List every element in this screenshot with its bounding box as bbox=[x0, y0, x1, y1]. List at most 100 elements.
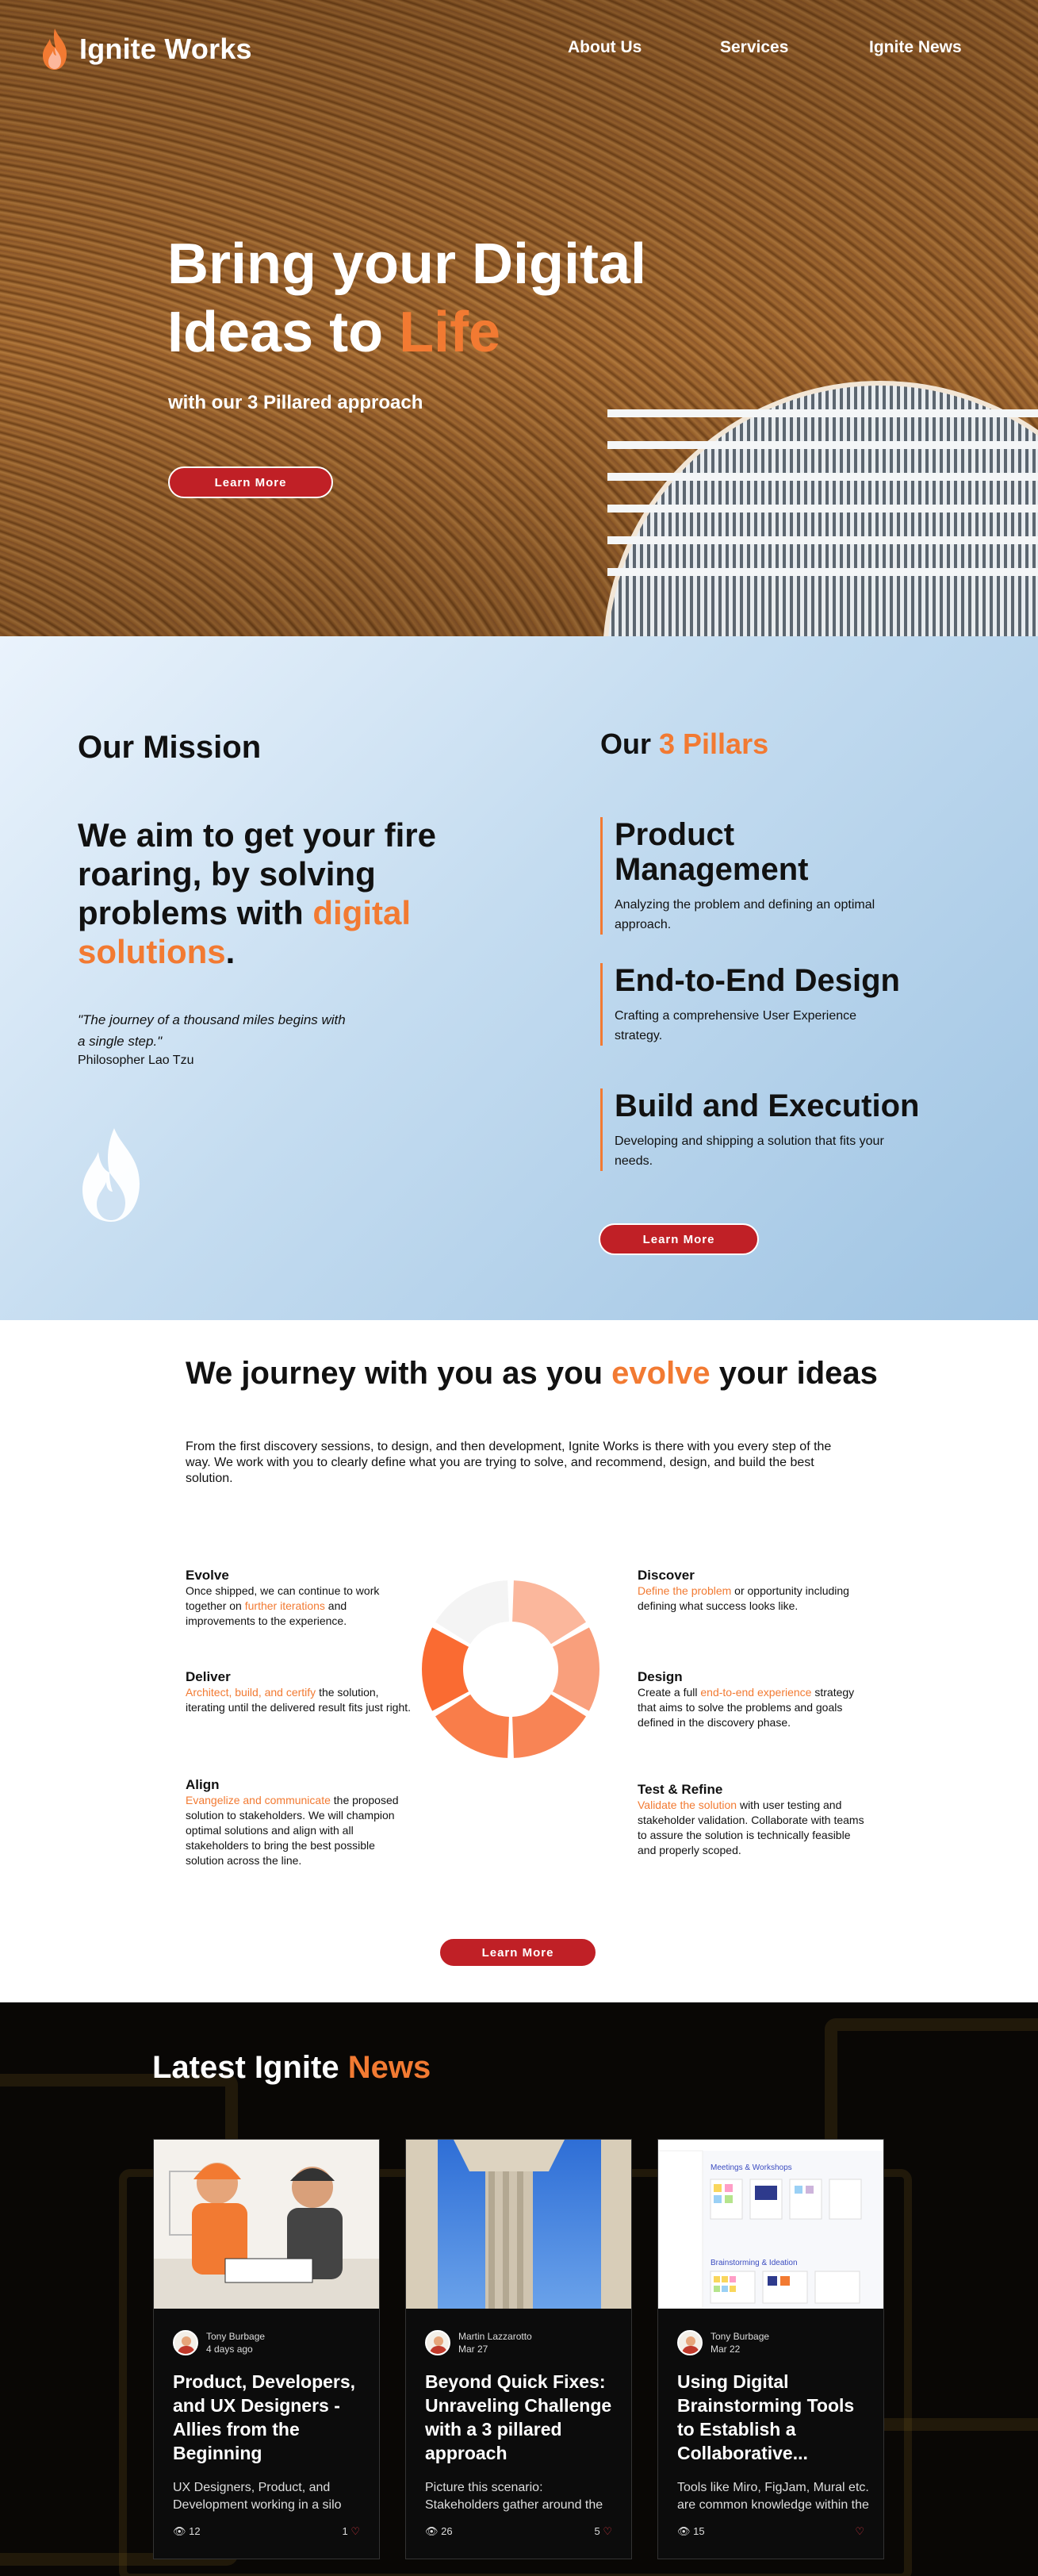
pillar-title: Product Management bbox=[615, 817, 809, 887]
stage-title: Align bbox=[186, 1777, 220, 1792]
nav-ignite-news[interactable]: Ignite News bbox=[869, 38, 962, 57]
eye-icon: 👁 bbox=[173, 2525, 186, 2537]
stage-evolve: Evolve Once shipped, we can continue to … bbox=[186, 1568, 416, 1629]
pillar-title: End-to-End Design bbox=[615, 963, 900, 998]
nav-about-us[interactable]: About Us bbox=[568, 38, 642, 57]
quote-author: Philosopher Lao Tzu bbox=[78, 1054, 194, 1067]
avatar bbox=[173, 2330, 198, 2355]
ring-segment-align bbox=[435, 1694, 509, 1758]
views-count: 👁 15 bbox=[677, 2525, 705, 2538]
news-card-title[interactable]: Product, Developers, and UX Designers - … bbox=[173, 2370, 367, 2465]
news-card-footer: 👁 26 5 ♡ bbox=[425, 2525, 612, 2538]
mission-statement: We aim to get your fire roaring, by solv… bbox=[78, 816, 442, 971]
logo[interactable]: Ignite Works bbox=[40, 27, 252, 71]
stage-text-pre: Create a full bbox=[638, 1686, 701, 1699]
news-card-author[interactable]: Tony Burbage bbox=[206, 2330, 265, 2343]
hero-title: Bring your Digital Ideas to Life bbox=[167, 230, 722, 367]
journey-heading-end: your ideas bbox=[710, 1356, 878, 1391]
pillar-text: Crafting a comprehensive User Experience… bbox=[615, 1009, 857, 1042]
stage-text: Define the problem or opportunity includ… bbox=[638, 1584, 868, 1614]
stage-text-highlight: Define the problem bbox=[638, 1584, 732, 1597]
pillar-build-and-execution: Build and Execution Developing and shipp… bbox=[600, 1088, 933, 1171]
pillars-heading-text: Our bbox=[600, 727, 660, 760]
stage-align: Align Evangelize and communicate the pro… bbox=[186, 1777, 416, 1868]
stage-text-highlight: Evangelize and communicate bbox=[186, 1794, 331, 1806]
nav-services[interactable]: Services bbox=[720, 38, 788, 57]
stage-title: Deliver bbox=[186, 1669, 231, 1684]
stage-deliver: Deliver Architect, build, and certify th… bbox=[186, 1669, 416, 1715]
hero-learn-more-button[interactable]: Learn More bbox=[168, 466, 333, 498]
news-card-image: Meetings & Workshops Brainstorming & Ide… bbox=[658, 2140, 883, 2309]
news-card-date: Mar 22 bbox=[711, 2344, 741, 2355]
heart-icon: ♡ bbox=[855, 2525, 864, 2537]
illustration-developers-image bbox=[154, 2163, 379, 2309]
hero-title-accent: Life bbox=[399, 301, 501, 364]
avatar bbox=[425, 2330, 450, 2355]
stage-title: Evolve bbox=[186, 1568, 229, 1583]
stage-text: Evangelize and communicate the proposed … bbox=[186, 1793, 416, 1868]
pillar-title: Build and Execution bbox=[615, 1088, 920, 1123]
stage-design: Design Create a full end-to-end experien… bbox=[638, 1669, 868, 1730]
news-card-author[interactable]: Martin Lazzarotto bbox=[458, 2330, 532, 2343]
likes-value: 1 bbox=[342, 2525, 348, 2537]
pillars-photo-image bbox=[406, 2140, 631, 2309]
stage-text-highlight: Architect, build, and certify bbox=[186, 1686, 316, 1699]
news-heading-accent: News bbox=[347, 2050, 431, 2085]
news-card-title[interactable]: Using Digital Brainstorming Tools to Est… bbox=[677, 2370, 871, 2465]
news-card-image bbox=[154, 2140, 379, 2309]
news-card-excerpt: Tools like Miro, FigJam, Mural etc. are … bbox=[677, 2481, 869, 2512]
mission-statement-end: . bbox=[225, 933, 236, 970]
stage-text: Architect, build, and certify the soluti… bbox=[186, 1685, 416, 1715]
mission-heading: Our Mission bbox=[78, 730, 262, 765]
journey-cycle-ring bbox=[422, 1580, 599, 1758]
views-value: 26 bbox=[441, 2525, 453, 2537]
hero-title-line1: Bring your Digital bbox=[167, 232, 647, 296]
views-count: 👁 12 bbox=[173, 2525, 201, 2538]
pillar-product-management: Product Management Analyzing the problem… bbox=[600, 817, 917, 935]
eye-icon: 👁 bbox=[677, 2525, 691, 2537]
news-section: Latest Ignite News Tony Burbage 4 days a… bbox=[0, 2002, 1038, 2576]
views-count: 👁 26 bbox=[425, 2525, 453, 2538]
board-label-meetings: Meetings & Workshops bbox=[711, 2163, 792, 2172]
views-value: 15 bbox=[693, 2525, 705, 2537]
news-card[interactable]: Tony Burbage 4 days ago Product, Develop… bbox=[153, 2139, 380, 2559]
ring-segment-evolve bbox=[435, 1580, 509, 1645]
stage-text: Validate the solution with user testing … bbox=[638, 1798, 868, 1858]
mission-section: Our Mission We aim to get your fire roar… bbox=[0, 636, 1038, 1320]
journey-learn-more-button[interactable]: Learn More bbox=[439, 1937, 597, 1968]
heart-icon: ♡ bbox=[350, 2525, 360, 2537]
news-card-footer: 👁 15 ♡ bbox=[677, 2525, 864, 2538]
hero-section: Ignite Works About Us Services Ignite Ne… bbox=[0, 0, 1038, 636]
eye-icon: 👁 bbox=[425, 2525, 439, 2537]
like-button[interactable]: 1 ♡ bbox=[342, 2525, 360, 2538]
ring-segment-design bbox=[552, 1627, 599, 1711]
likes-value: 5 bbox=[594, 2525, 600, 2537]
ring-segment-test bbox=[512, 1694, 586, 1758]
heart-icon: ♡ bbox=[603, 2525, 612, 2537]
pillars-learn-more-button[interactable]: Learn More bbox=[599, 1223, 759, 1255]
pillars-heading-accent: 3 Pillars bbox=[659, 727, 769, 760]
mission-quote: "The journey of a thousand miles begins … bbox=[78, 1012, 346, 1049]
ring-segment-deliver bbox=[422, 1627, 469, 1711]
journey-heading: We journey with you as you evolve your i… bbox=[186, 1356, 878, 1392]
news-card-date: Mar 27 bbox=[458, 2344, 488, 2355]
news-card-author[interactable]: Tony Burbage bbox=[711, 2330, 769, 2343]
news-card-footer: 👁 12 1 ♡ bbox=[173, 2525, 360, 2538]
like-button[interactable]: 5 ♡ bbox=[594, 2525, 612, 2538]
stage-text: Once shipped, we can continue to work to… bbox=[186, 1584, 416, 1629]
hero-title-line2: Ideas to bbox=[167, 301, 400, 364]
like-button[interactable]: ♡ bbox=[855, 2525, 864, 2538]
news-card[interactable]: Meetings & Workshops Brainstorming & Ide… bbox=[657, 2139, 884, 2559]
pillar-text: Developing and shipping a solution that … bbox=[615, 1134, 884, 1168]
stage-title: Discover bbox=[638, 1568, 695, 1583]
news-card-title[interactable]: Beyond Quick Fixes: Unraveling Challenge… bbox=[425, 2370, 619, 2465]
news-card[interactable]: Martin Lazzarotto Mar 27 Beyond Quick Fi… bbox=[405, 2139, 632, 2559]
flame-watermark-icon bbox=[82, 1128, 140, 1222]
views-value: 12 bbox=[189, 2525, 201, 2537]
news-heading: Latest Ignite News bbox=[152, 2050, 431, 2086]
news-card-excerpt: UX Designers, Product, and Development w… bbox=[173, 2481, 342, 2512]
flame-icon bbox=[43, 29, 67, 70]
journey-intro: From the first discovery sessions, to de… bbox=[186, 1440, 832, 1485]
news-card-date: 4 days ago bbox=[206, 2344, 253, 2355]
news-heading-text: Latest Ignite bbox=[152, 2050, 348, 2085]
